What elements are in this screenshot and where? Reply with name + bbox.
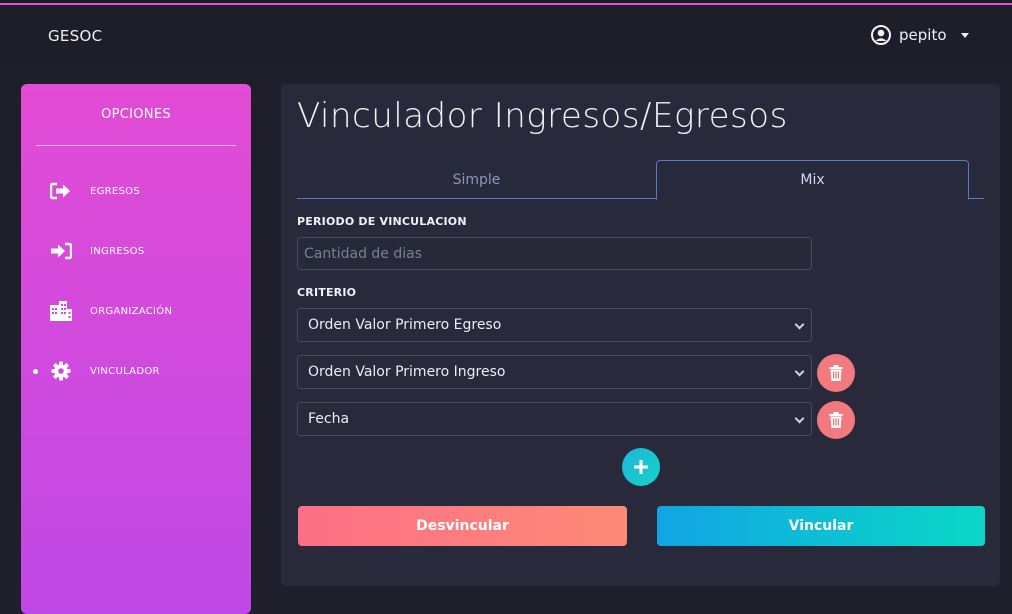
sidebar-title: OPCIONES	[101, 107, 171, 122]
trash-icon	[829, 365, 843, 381]
periodo-input[interactable]	[297, 237, 812, 270]
sidebar-item-label: ORGANIZACIÓN	[90, 305, 173, 317]
sidebar: OPCIONES EGRESOS INGRESOS ORGANIZACIÓN V…	[21, 84, 251, 614]
criterio-select-1[interactable]: Orden Valor Primero Egreso	[297, 308, 812, 342]
gear-icon	[49, 359, 73, 383]
main-card: Vinculador Ingresos/Egresos Simple Mix P…	[281, 84, 1000, 586]
user-circle-icon	[871, 25, 891, 45]
criterio-label: CRITERIO	[297, 286, 357, 299]
delete-criterio-button[interactable]	[817, 401, 855, 439]
building-icon	[49, 299, 73, 323]
vincular-button[interactable]: Vincular	[657, 506, 985, 546]
top-accent-line	[0, 0, 1012, 5]
tab-mix[interactable]: Mix	[656, 160, 969, 200]
plus-icon	[634, 460, 648, 474]
sign-in-icon	[49, 239, 73, 263]
top-navbar: GESOC pepito	[0, 7, 1012, 65]
trash-icon	[829, 412, 843, 428]
sidebar-item-label: EGRESOS	[90, 185, 141, 197]
chevron-down-icon	[794, 366, 805, 377]
brand-logo[interactable]: GESOC	[48, 27, 102, 45]
tab-bar: Simple Mix	[297, 160, 984, 200]
chevron-down-icon	[794, 319, 805, 330]
chevron-down-icon	[794, 413, 805, 424]
user-name: pepito	[899, 26, 947, 44]
sidebar-item-ingresos[interactable]: INGRESOS	[21, 233, 251, 269]
sidebar-item-label: VINCULADOR	[90, 365, 160, 377]
chevron-down-icon	[960, 32, 969, 38]
sign-out-icon	[49, 179, 73, 203]
add-criterio-button[interactable]	[622, 448, 660, 486]
sidebar-item-label: INGRESOS	[90, 245, 145, 257]
sidebar-item-vinculador[interactable]: VINCULADOR	[21, 353, 251, 389]
criterio-select-3[interactable]: Fecha	[297, 402, 812, 436]
select-value: Orden Valor Primero Egreso	[308, 317, 502, 333]
sidebar-item-organizacion[interactable]: ORGANIZACIÓN	[21, 293, 251, 329]
delete-criterio-button[interactable]	[817, 354, 855, 392]
active-indicator-dot	[33, 368, 38, 374]
desvincular-button[interactable]: Desvincular	[298, 506, 627, 546]
user-menu[interactable]: pepito	[871, 23, 969, 47]
select-value: Fecha	[308, 411, 350, 427]
criterio-select-2[interactable]: Orden Valor Primero Ingreso	[297, 355, 812, 389]
page-title: Vinculador Ingresos/Egresos	[297, 96, 788, 136]
tab-simple[interactable]: Simple	[297, 160, 656, 199]
sidebar-divider	[36, 145, 236, 146]
sidebar-item-egresos[interactable]: EGRESOS	[21, 173, 251, 209]
periodo-label: PERIODO DE VINCULACION	[297, 215, 467, 228]
select-value: Orden Valor Primero Ingreso	[308, 364, 506, 380]
